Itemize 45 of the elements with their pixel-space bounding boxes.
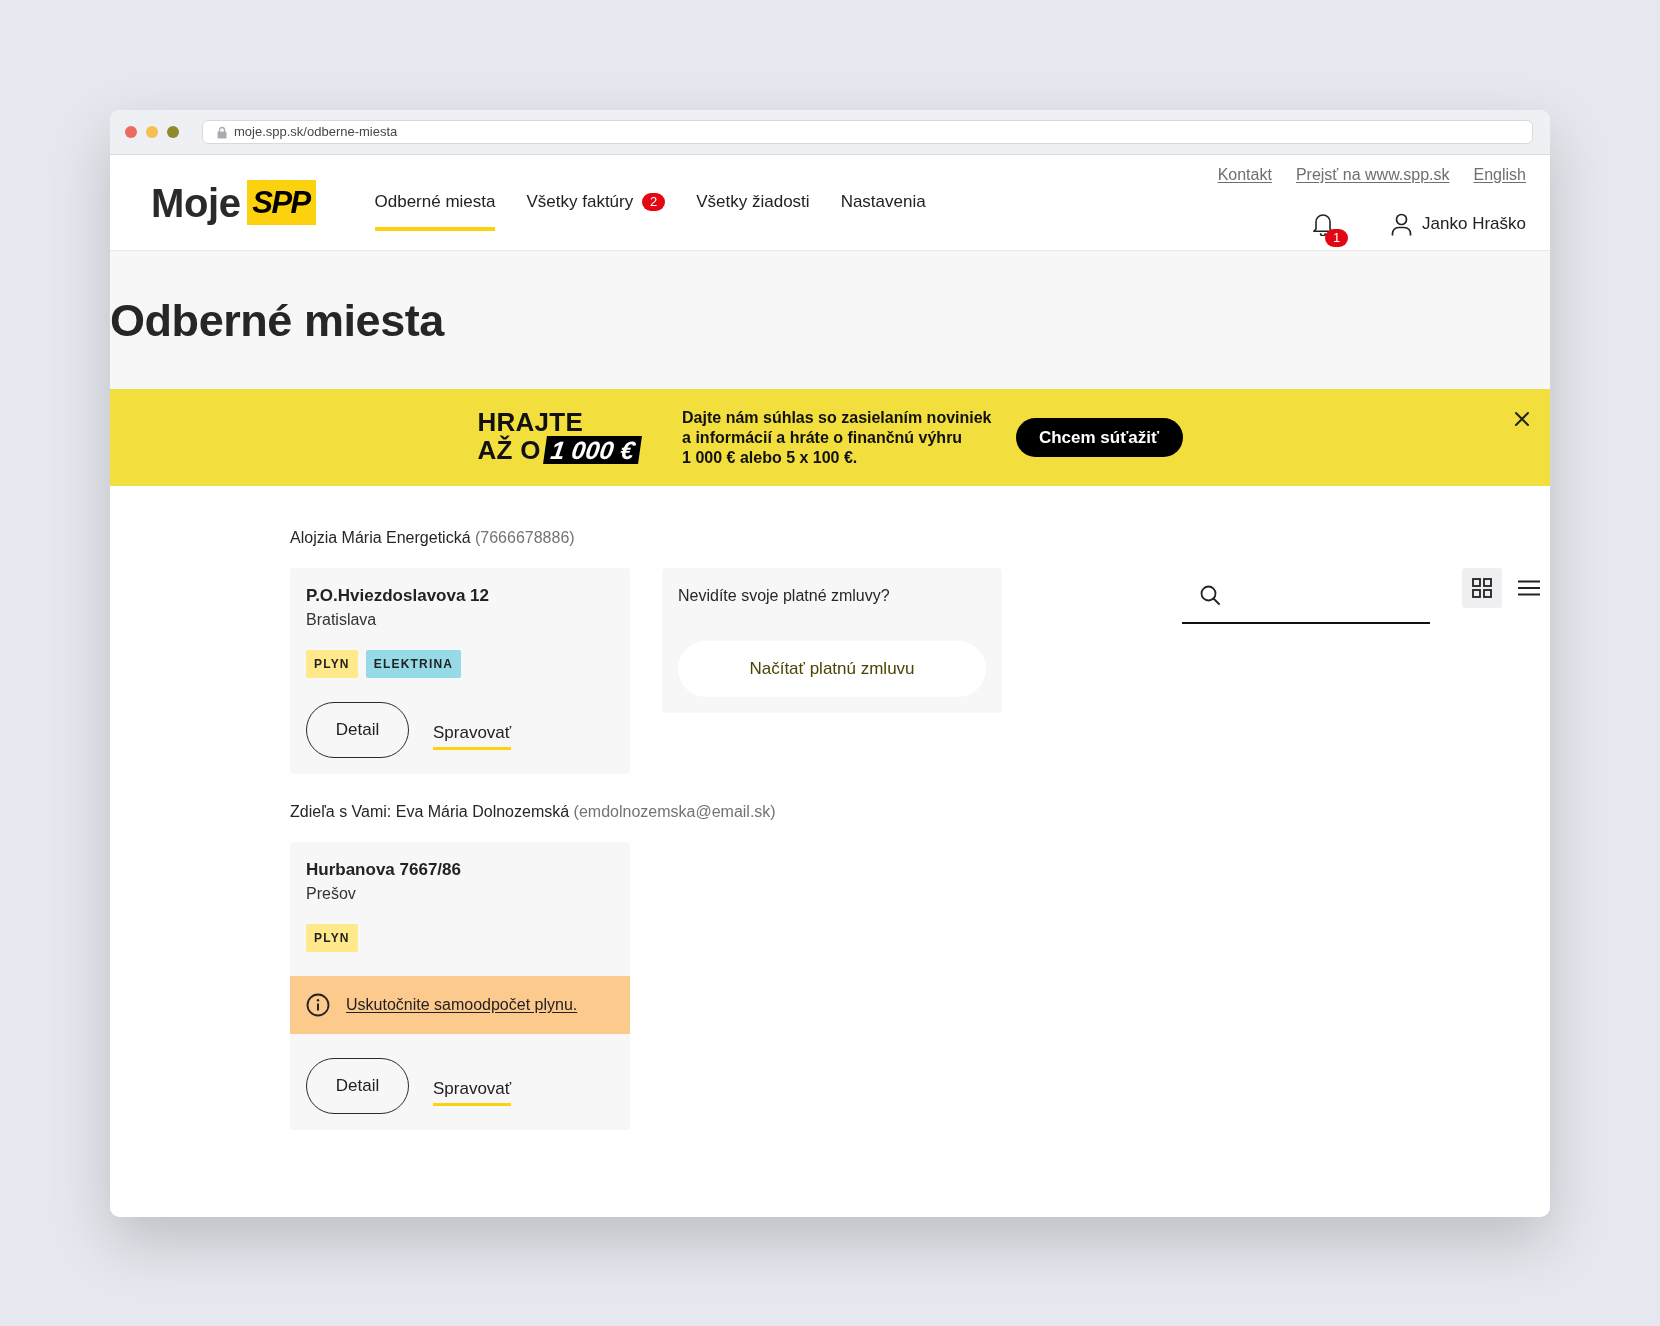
logo-wordmark[interactable]: Moje [151, 179, 241, 226]
grid-icon [1472, 578, 1492, 598]
nav-link[interactable]: Všetky faktúry 2 [526, 191, 666, 231]
meter-reading-link[interactable]: Uskutočnite samoodpočet plynu. [346, 994, 578, 1016]
header-link[interactable]: Prejsť na www.spp.sk [1295, 164, 1450, 186]
header-link[interactable]: English [1473, 164, 1526, 186]
notifications-button[interactable]: 1 [1312, 212, 1349, 248]
url-text: moje.spp.sk/odberne-miesta [234, 124, 398, 140]
prize-amount: 1 000 € [542, 435, 643, 464]
notification-badge: 1 [1325, 229, 1349, 247]
menu-icon [1518, 580, 1540, 596]
city-name: Bratislava [306, 610, 378, 630]
manage-link[interactable]: Spravovať [433, 1077, 512, 1106]
service-tag: ELEKTRINA [365, 650, 462, 678]
load-contract-button[interactable]: Načítať platnú zmluvu [678, 641, 986, 697]
nav-link[interactable]: Nastavenia [840, 191, 926, 231]
user-menu-button[interactable]: Janko Hraško [1391, 212, 1526, 236]
lock-icon [217, 125, 227, 139]
count-badge: 2 [642, 193, 666, 211]
promo-headline: HRAJTE [477, 407, 585, 436]
promo-headline: AŽ O [477, 435, 541, 464]
logo-mark[interactable]: SPP [246, 180, 316, 225]
owner-label: Zdieľa s Vami: Eva Mária Dolnozemská (emdolnozemska@email.sk) [290, 802, 777, 822]
page-title: Odberné miesta [110, 295, 446, 347]
user-icon [1391, 212, 1413, 236]
service-tag: PLYN [306, 924, 358, 952]
service-tag: PLYN [306, 650, 358, 678]
address-bar[interactable]: moje.spp.sk/odberne-miesta [202, 120, 1533, 144]
missing-contracts-text: Nevidíte svoje platné zmluvy? [678, 586, 891, 606]
promo-text: Dajte nám súhlas so zasielaním noviniek a informácií a hráte o finančnú výhru 1 000 € alebo 5 x 100 €. [682, 407, 992, 468]
nav-link[interactable]: Všetky žiadosti [696, 191, 810, 231]
manage-link[interactable]: Spravovať [433, 721, 512, 750]
nav-link[interactable]: Odberné miesta [374, 191, 496, 231]
header-link[interactable]: Kontakt [1217, 164, 1272, 186]
grid-view-button[interactable] [1462, 568, 1502, 608]
owner-label: Alojzia Mária Energetická (7666678886) [290, 528, 576, 548]
search-icon [1200, 585, 1220, 605]
address-title: Hurbanova 7667/86 [306, 859, 462, 881]
close-icon [1514, 411, 1530, 427]
window-maximize-button[interactable] [167, 126, 179, 138]
promo-button[interactable]: Chcem súťažiť [1015, 418, 1183, 457]
city-name: Prešov [306, 884, 357, 904]
address-title: P.O.Hviezdoslavova 12 [306, 585, 490, 607]
window-close-button[interactable] [125, 126, 137, 138]
info-icon [306, 993, 330, 1017]
